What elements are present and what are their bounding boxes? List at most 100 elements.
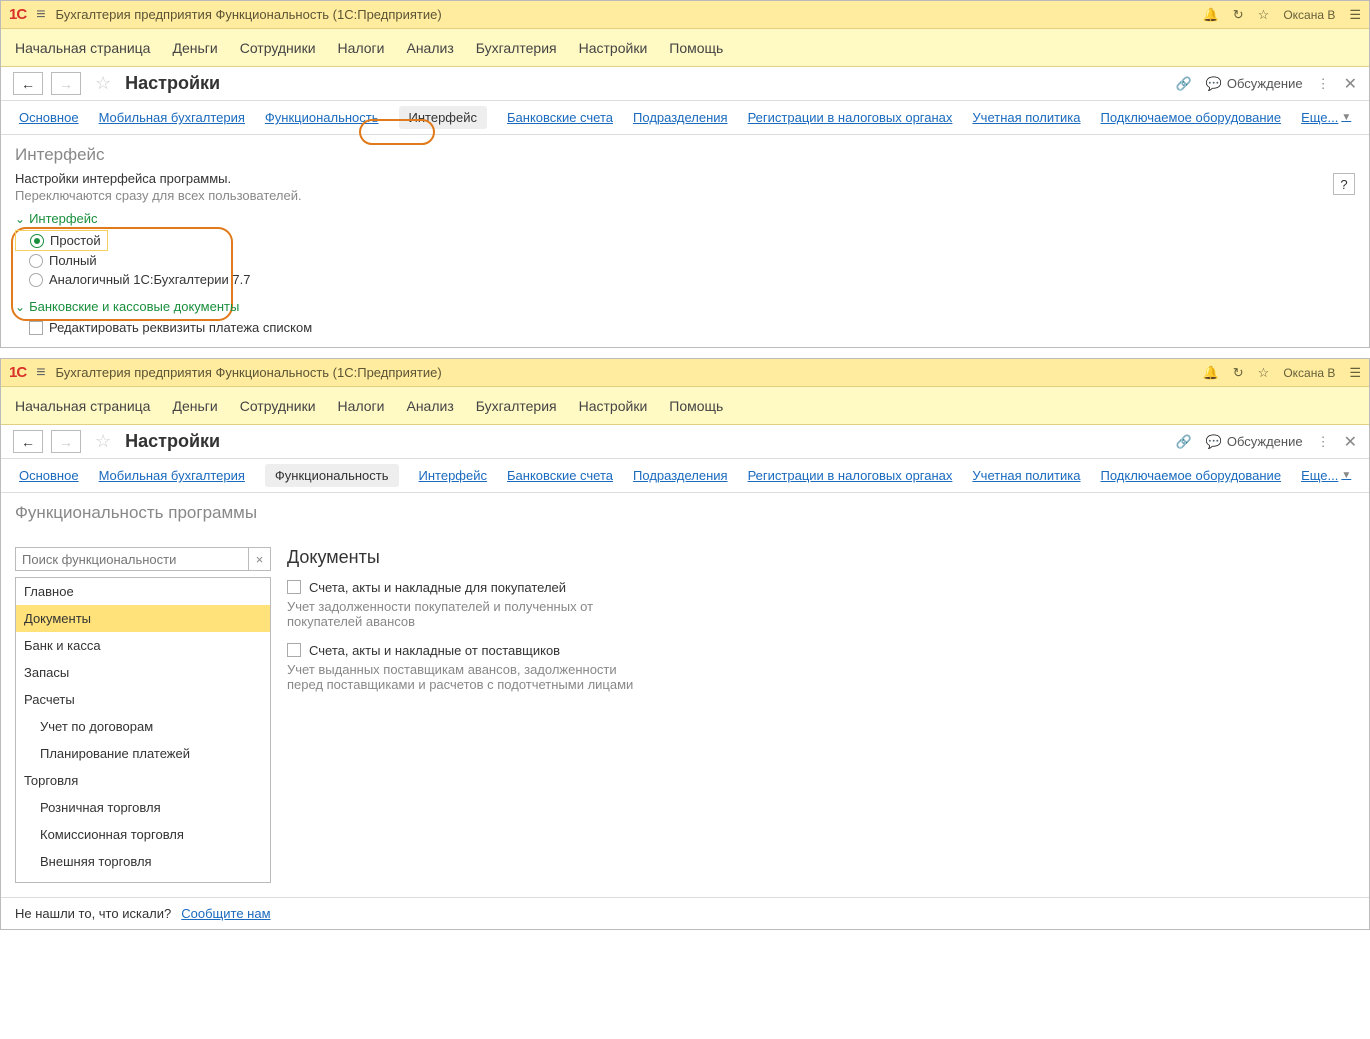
- more-actions-icon[interactable]: ⋮: [1317, 434, 1330, 450]
- footer: Не нашли то, что искали? Сообщите нам: [1, 897, 1369, 929]
- history-icon[interactable]: ↻: [1233, 7, 1244, 23]
- favorite-icon[interactable]: ☆: [95, 73, 111, 94]
- nav-item[interactable]: Торговля: [16, 767, 270, 794]
- back-button[interactable]: ←: [13, 430, 43, 453]
- window-2: 1C ≡ Бухгалтерия предприятия Функциональ…: [0, 358, 1370, 930]
- radio-full[interactable]: Полный: [15, 251, 1355, 270]
- panel-icon[interactable]: ☰: [1349, 365, 1361, 381]
- menu-money[interactable]: Деньги: [172, 40, 217, 56]
- tab-equipment[interactable]: Подключаемое оборудование: [1101, 110, 1282, 125]
- favorite-icon[interactable]: ☆: [95, 431, 111, 452]
- tab-main[interactable]: Основное: [19, 110, 79, 125]
- menu-employees[interactable]: Сотрудники: [240, 40, 316, 56]
- hamburger-icon[interactable]: ≡: [36, 6, 45, 24]
- menu-settings[interactable]: Настройки: [579, 398, 648, 414]
- checkbox-icon: [29, 321, 43, 335]
- hamburger-icon[interactable]: ≡: [36, 364, 45, 382]
- menubar: Начальная страница Деньги Сотрудники Нал…: [1, 29, 1369, 67]
- menu-home[interactable]: Начальная страница: [15, 398, 150, 414]
- close-icon[interactable]: ✕: [1344, 74, 1357, 94]
- link-icon[interactable]: 🔗: [1175, 434, 1191, 450]
- check-edit-list[interactable]: Редактировать реквизиты платежа списком: [15, 318, 1355, 337]
- nav-item[interactable]: Внешняя торговля: [16, 848, 270, 875]
- option-suppliers[interactable]: Счета, акты и накладные от поставщиков: [287, 643, 1355, 658]
- page-title: Настройки: [125, 73, 220, 94]
- nav-list[interactable]: ГлавноеДокументыБанк и кассаЗапасыРасчет…: [15, 577, 271, 883]
- nav-item[interactable]: Документы: [16, 605, 270, 632]
- footer-link[interactable]: Сообщите нам: [181, 906, 270, 921]
- panel-icon[interactable]: ☰: [1349, 7, 1361, 23]
- tab-functionality[interactable]: Функциональность: [265, 464, 399, 487]
- menu-analysis[interactable]: Анализ: [406, 398, 453, 414]
- tab-equipment[interactable]: Подключаемое оборудование: [1101, 468, 1282, 483]
- group-interface-header[interactable]: ⌄ Интерфейс: [15, 211, 1355, 226]
- menu-money[interactable]: Деньги: [172, 398, 217, 414]
- history-icon[interactable]: ↻: [1233, 365, 1244, 381]
- tabs-more[interactable]: Еще... ▼: [1301, 468, 1351, 483]
- nav-item[interactable]: Запасы: [16, 659, 270, 686]
- nav-item[interactable]: Комиссионная торговля: [16, 821, 270, 848]
- tab-main[interactable]: Основное: [19, 468, 79, 483]
- option-customers[interactable]: Счета, акты и накладные для покупателей: [287, 580, 1355, 595]
- tab-bank-accounts[interactable]: Банковские счета: [507, 110, 613, 125]
- search-row: ×: [15, 547, 271, 571]
- nav-item[interactable]: Планирование платежей: [16, 740, 270, 767]
- tab-accounting-policy[interactable]: Учетная политика: [972, 110, 1080, 125]
- back-button[interactable]: ←: [13, 72, 43, 95]
- discuss-label: Обсуждение: [1227, 434, 1303, 449]
- tab-tax-registrations[interactable]: Регистрации в налоговых органах: [748, 110, 953, 125]
- nav-item[interactable]: Учет по договорам: [16, 713, 270, 740]
- logo-icon: 1C: [9, 6, 26, 23]
- nav-item[interactable]: Обязательная маркировка: [16, 875, 270, 883]
- username[interactable]: Оксана В: [1283, 366, 1335, 380]
- menu-analysis[interactable]: Анализ: [406, 40, 453, 56]
- menu-accounting[interactable]: Бухгалтерия: [476, 398, 557, 414]
- bell-icon[interactable]: 🔔: [1203, 365, 1219, 381]
- tab-mobile[interactable]: Мобильная бухгалтерия: [99, 110, 245, 125]
- more-actions-icon[interactable]: ⋮: [1317, 76, 1330, 92]
- tab-interface[interactable]: Интерфейс: [399, 106, 487, 129]
- help-button[interactable]: ?: [1333, 173, 1355, 195]
- tab-divisions[interactable]: Подразделения: [633, 468, 728, 483]
- nav-item[interactable]: Расчеты: [16, 686, 270, 713]
- clear-search-button[interactable]: ×: [249, 547, 271, 571]
- radio-legacy-label: Аналогичный 1С:Бухгалтерии 7.7: [49, 272, 250, 287]
- bell-icon[interactable]: 🔔: [1203, 7, 1219, 23]
- menu-settings[interactable]: Настройки: [579, 40, 648, 56]
- link-icon[interactable]: 🔗: [1175, 76, 1191, 92]
- username[interactable]: Оксана В: [1283, 8, 1335, 22]
- group-bank-header[interactable]: ⌄ Банковские и кассовые документы: [15, 299, 1355, 314]
- nav-item[interactable]: Главное: [16, 578, 270, 605]
- tabbar: Основное Мобильная бухгалтерия Функциона…: [1, 459, 1369, 493]
- tab-mobile[interactable]: Мобильная бухгалтерия: [99, 468, 245, 483]
- menu-employees[interactable]: Сотрудники: [240, 398, 316, 414]
- menu-taxes[interactable]: Налоги: [338, 40, 385, 56]
- radio-icon: [29, 254, 43, 268]
- tab-divisions[interactable]: Подразделения: [633, 110, 728, 125]
- star-icon[interactable]: ☆: [1258, 365, 1270, 381]
- tab-bank-accounts[interactable]: Банковские счета: [507, 468, 613, 483]
- menu-help[interactable]: Помощь: [669, 40, 723, 56]
- tab-tax-registrations[interactable]: Регистрации в налоговых органах: [748, 468, 953, 483]
- nav-item[interactable]: Розничная торговля: [16, 794, 270, 821]
- discuss-button[interactable]: 💬 Обсуждение: [1206, 434, 1303, 450]
- close-icon[interactable]: ✕: [1344, 432, 1357, 452]
- discuss-button[interactable]: 💬 Обсуждение: [1206, 76, 1303, 92]
- tab-accounting-policy[interactable]: Учетная политика: [972, 468, 1080, 483]
- tabs-more-label: Еще...: [1301, 468, 1338, 483]
- nav-item[interactable]: Банк и касса: [16, 632, 270, 659]
- left-panel: × ГлавноеДокументыБанк и кассаЗапасыРасч…: [15, 547, 271, 883]
- group-interface-title: Интерфейс: [29, 211, 97, 226]
- menu-help[interactable]: Помощь: [669, 398, 723, 414]
- menu-taxes[interactable]: Налоги: [338, 398, 385, 414]
- toolbar: ← → ☆ Настройки 🔗 💬 Обсуждение ⋮ ✕: [1, 425, 1369, 459]
- tab-interface[interactable]: Интерфейс: [419, 468, 487, 483]
- tab-functionality[interactable]: Функциональность: [265, 110, 379, 125]
- menu-home[interactable]: Начальная страница: [15, 40, 150, 56]
- star-icon[interactable]: ☆: [1258, 7, 1270, 23]
- radio-simple[interactable]: Простой: [15, 230, 108, 251]
- radio-legacy[interactable]: Аналогичный 1С:Бухгалтерии 7.7: [15, 270, 1355, 289]
- menu-accounting[interactable]: Бухгалтерия: [476, 40, 557, 56]
- tabs-more[interactable]: Еще... ▼: [1301, 110, 1351, 125]
- search-input[interactable]: [15, 547, 249, 571]
